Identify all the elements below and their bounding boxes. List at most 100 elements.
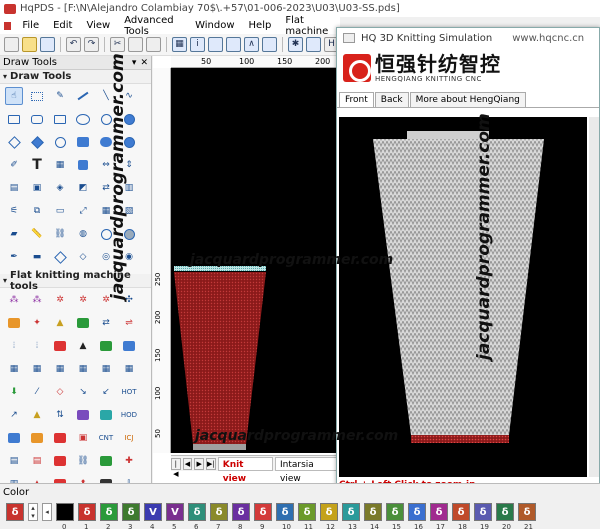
pencil-tool-icon[interactable]: ✎ <box>51 87 69 105</box>
color-swatch[interactable]: δ <box>320 503 338 521</box>
3d-simulation-view[interactable] <box>339 117 587 477</box>
color-swatch[interactable]: δ <box>6 503 24 521</box>
transfer-tool-5-icon[interactable]: ↙ <box>97 383 115 401</box>
rectangle-tool-icon[interactable] <box>5 110 23 128</box>
next-tab-icon[interactable]: ▶ <box>194 457 204 470</box>
color-swatch[interactable]: V <box>166 503 184 521</box>
needle-tool-6-icon[interactable] <box>120 337 138 355</box>
panel-close-icon[interactable]: ✕ <box>140 58 148 68</box>
menu-window[interactable]: Window <box>188 20 241 31</box>
knit-canvas[interactable] <box>171 68 340 453</box>
color-swatch[interactable]: δ <box>254 503 272 521</box>
menu-view[interactable]: View <box>79 20 117 31</box>
color-swatch[interactable]: δ <box>122 503 140 521</box>
zoom-icon[interactable] <box>262 37 277 52</box>
color-swatch[interactable]: δ <box>78 503 96 521</box>
color-swatch[interactable]: V <box>144 503 162 521</box>
stitch-tool-5-icon[interactable]: ✲ <box>97 291 115 309</box>
yarn-tool-4-icon[interactable] <box>74 406 92 424</box>
wand-tool-icon[interactable]: ⚟ <box>5 202 23 220</box>
filled-oval-tool-icon[interactable] <box>120 110 138 128</box>
color-swatch[interactable] <box>56 503 74 521</box>
marker-tool-icon[interactable]: ▬ <box>28 248 46 266</box>
knit-tool-1-icon[interactable] <box>5 314 23 332</box>
carriage-tool-1-icon[interactable] <box>5 429 23 447</box>
needle-tool-4-icon[interactable]: ▲ <box>74 337 92 355</box>
line-tool-icon[interactable] <box>74 87 92 105</box>
diamond-outline-tool-icon[interactable] <box>51 248 69 266</box>
color-swatch[interactable]: δ <box>386 503 404 521</box>
knit-tool-4-icon[interactable] <box>74 314 92 332</box>
transfer-tool-1-icon[interactable]: ⬇ <box>5 383 23 401</box>
stretch-tool-icon[interactable]: ⤢ <box>74 202 92 220</box>
transfer-tool-2-icon[interactable]: ⁄ <box>28 383 46 401</box>
rect-outline-tool-icon[interactable] <box>51 110 69 128</box>
clone-tool-icon[interactable]: ▭ <box>51 202 69 220</box>
collapse-caret-icon[interactable]: ▾ <box>3 72 7 81</box>
layers-tool-icon[interactable]: ▥ <box>120 179 138 197</box>
redo-icon[interactable]: ↷ <box>84 37 99 52</box>
tab-front[interactable]: Front <box>339 92 374 107</box>
color-swatch[interactable]: δ <box>298 503 316 521</box>
carriage-tool-2-icon[interactable] <box>28 429 46 447</box>
yarn-tool-3-icon[interactable]: ⇅ <box>51 406 69 424</box>
link-tool-icon[interactable]: ⛓ <box>51 225 69 243</box>
color-swatch[interactable]: δ <box>100 503 118 521</box>
color-swatch[interactable]: δ <box>408 503 426 521</box>
knit-tool-5-icon[interactable]: ⇄ <box>97 314 115 332</box>
carriage-tool-3-icon[interactable] <box>51 429 69 447</box>
ellipse-tool-icon[interactable] <box>74 110 92 128</box>
filled-rect-tool-icon[interactable] <box>74 133 92 151</box>
tab-knit-view[interactable]: Knit view <box>217 456 273 484</box>
machine-tool-2-icon[interactable]: ▤ <box>28 452 46 470</box>
yarn-tool-5-icon[interactable] <box>97 406 115 424</box>
color-spinner[interactable]: ◂ <box>42 503 52 521</box>
mirror-icon[interactable]: ∧ <box>244 37 259 52</box>
machine-tool-6-icon[interactable]: ✚ <box>120 452 138 470</box>
flip-tool-icon[interactable]: ⇕ <box>120 156 138 174</box>
block-tool-icon[interactable]: ▣ <box>28 179 46 197</box>
select-grid-icon[interactable] <box>208 37 223 52</box>
color-swatch[interactable]: δ <box>518 503 536 521</box>
machine-tool-3-icon[interactable] <box>51 452 69 470</box>
transfer-tool-4-icon[interactable]: ↘ <box>74 383 92 401</box>
color-swatch[interactable]: δ <box>496 503 514 521</box>
copy-tool-icon[interactable] <box>74 156 92 174</box>
stitch-tool-1-icon[interactable]: ⁂ <box>5 291 23 309</box>
record-tool-icon[interactable]: ◉ <box>120 248 138 266</box>
target-tool-icon[interactable]: ◎ <box>97 248 115 266</box>
pointer-tool-icon[interactable]: ☝ <box>5 87 23 105</box>
paste-icon[interactable] <box>146 37 161 52</box>
needle-tool-3-icon[interactable] <box>51 337 69 355</box>
diamond-tool-icon[interactable] <box>5 133 23 151</box>
color-swatch[interactable]: δ <box>474 503 492 521</box>
filled-rounded-tool-icon[interactable] <box>97 133 115 151</box>
array-tool-icon[interactable]: ▦ <box>97 202 115 220</box>
sphere-tool-icon[interactable] <box>120 225 138 243</box>
stitch-tool-6-icon[interactable]: ✣ <box>120 291 138 309</box>
info-icon[interactable]: i <box>190 37 205 52</box>
text-tool-icon[interactable]: T <box>28 156 46 174</box>
stitch-tool-2-icon[interactable]: ⁂ <box>28 291 46 309</box>
new-file-icon[interactable] <box>4 37 19 52</box>
curve-tool-icon[interactable]: ∿ <box>120 87 138 105</box>
section-flat-knitting-tools[interactable]: ▾ Flat knitting machine tools <box>0 270 151 292</box>
color-swatch[interactable]: δ <box>232 503 250 521</box>
color-swatch[interactable]: δ <box>276 503 294 521</box>
needle-tool-2-icon[interactable]: ⦙ <box>28 337 46 355</box>
color-swatch[interactable]: δ <box>188 503 206 521</box>
replace-color-icon[interactable]: ◩ <box>74 179 92 197</box>
transfer-tool-3-icon[interactable]: ◇ <box>51 383 69 401</box>
tab-more-about[interactable]: More about HengQiang <box>409 92 526 107</box>
save-icon[interactable] <box>40 37 55 52</box>
snowflake-icon[interactable]: ✱ <box>288 37 303 52</box>
ruler-tool-icon[interactable]: 📏 <box>28 225 46 243</box>
cut-icon[interactable]: ✂ <box>110 37 125 52</box>
grid-select-tool-icon[interactable]: ▦ <box>51 156 69 174</box>
open-folder-icon[interactable] <box>22 37 37 52</box>
duplicate-tool-icon[interactable]: ⧉ <box>28 202 46 220</box>
needle-tool-5-icon[interactable] <box>97 337 115 355</box>
simulation-scrollbar[interactable] <box>589 117 599 477</box>
oval-tool-icon[interactable] <box>97 110 115 128</box>
menu-help[interactable]: Help <box>242 20 279 31</box>
